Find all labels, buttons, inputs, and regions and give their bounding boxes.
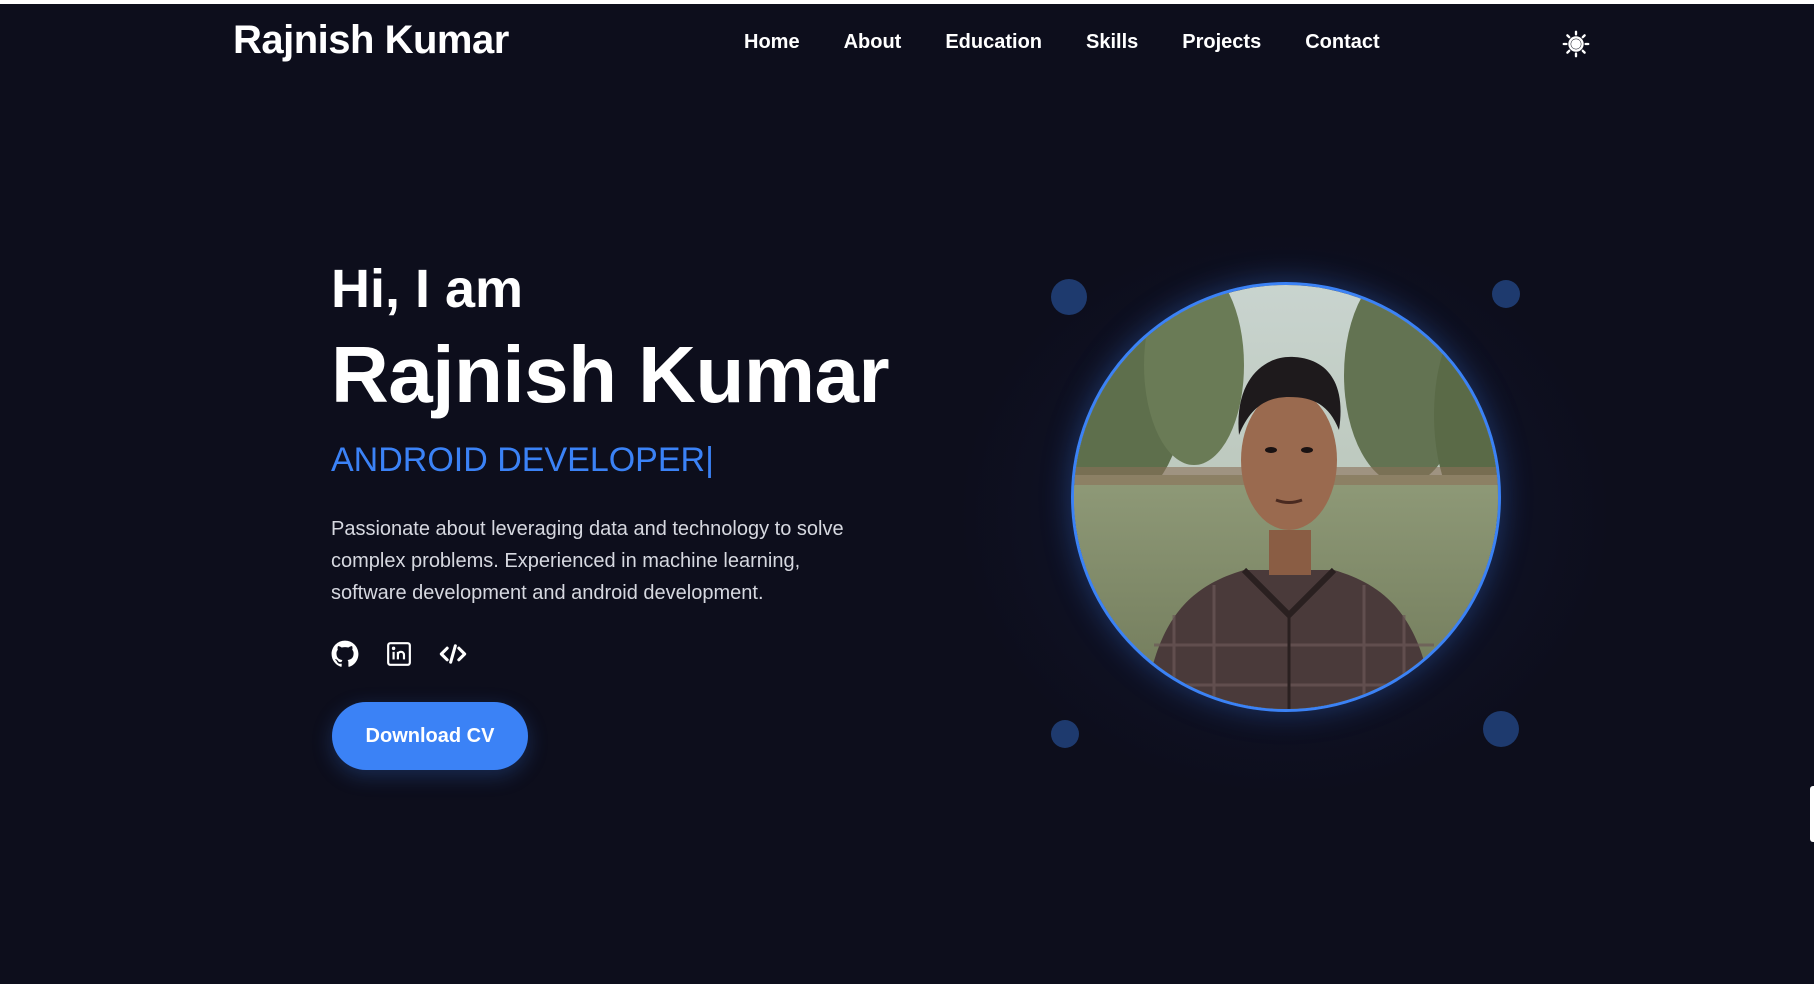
download-cv-button[interactable]: Download CV bbox=[332, 702, 528, 770]
profile-photo-image bbox=[1074, 285, 1498, 709]
decor-dot bbox=[1483, 711, 1519, 747]
decor-dot bbox=[1051, 720, 1079, 748]
code-icon bbox=[439, 644, 467, 664]
hero-role-text: ANDROID DEVELOPER bbox=[331, 441, 706, 479]
portfolio-page: Rajnish Kumar Home About Education Skill… bbox=[0, 4, 1814, 984]
hero-greeting: Hi, I am bbox=[331, 259, 524, 319]
scroll-edge-tab[interactable] bbox=[1810, 786, 1814, 842]
brand-logo[interactable]: Rajnish Kumar bbox=[233, 18, 509, 63]
github-icon bbox=[331, 640, 359, 667]
nav-skills[interactable]: Skills bbox=[1086, 31, 1138, 54]
nav-home[interactable]: Home bbox=[744, 31, 800, 54]
nav-about[interactable]: About bbox=[844, 31, 902, 54]
nav-education[interactable]: Education bbox=[945, 31, 1042, 54]
typing-cursor: | bbox=[705, 441, 714, 479]
decor-dot bbox=[1051, 279, 1087, 315]
nav-contact[interactable]: Contact bbox=[1305, 31, 1379, 54]
decor-dot bbox=[1492, 280, 1520, 308]
sun-icon bbox=[1562, 30, 1590, 58]
hero-role: ANDROID DEVELOPER| bbox=[331, 441, 714, 480]
code-profile-link[interactable] bbox=[439, 640, 467, 668]
profile-photo bbox=[1071, 282, 1501, 712]
linkedin-link[interactable] bbox=[385, 640, 413, 668]
github-link[interactable] bbox=[331, 640, 359, 668]
hero-bio: Passionate about leveraging data and tec… bbox=[331, 518, 844, 604]
theme-toggle-button[interactable] bbox=[1560, 28, 1592, 60]
hero-name: Rajnish Kumar bbox=[331, 330, 890, 419]
nav-projects[interactable]: Projects bbox=[1182, 31, 1261, 54]
main-nav: Home About Education Skills Projects Con… bbox=[744, 31, 1424, 54]
social-links bbox=[331, 640, 467, 668]
linkedin-icon bbox=[387, 642, 411, 666]
